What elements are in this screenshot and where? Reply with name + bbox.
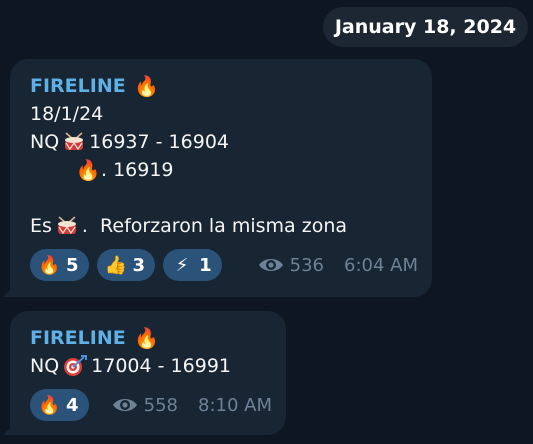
nq-range: 16937 - 16904 <box>89 131 229 153</box>
message-line-nq: NQ 17004 - 16991 <box>30 352 272 380</box>
reaction-fire[interactable]: 🔥 4 <box>30 389 89 421</box>
reaction-count: 3 <box>132 254 146 276</box>
es-prefix: Es <box>30 215 52 237</box>
message-time: 8:10 AM <box>198 394 272 416</box>
reaction-count: 5 <box>66 254 79 276</box>
message-bubble[interactable]: FIRELINE 🔥 NQ 17004 - 16991 🔥 4 558 8:10… <box>10 311 286 435</box>
view-count: 558 <box>143 394 178 416</box>
fire-icon: 🔥 <box>134 326 160 350</box>
level-value: . 16919 <box>101 159 174 181</box>
nq-range: 17004 - 16991 <box>91 355 231 377</box>
message-footer: 🔥 5 👍 3 ⚡ 1 536 6:04 AM <box>30 249 418 281</box>
target-icon <box>64 355 88 376</box>
eye-icon <box>112 399 137 411</box>
message-footer: 🔥 4 558 8:10 AM <box>30 389 272 421</box>
lightning-icon: ⚡ <box>175 254 189 276</box>
reaction-thumbs-up[interactable]: 👍 3 <box>96 249 156 281</box>
view-count: 536 <box>289 254 324 276</box>
es-text: . Reforzaron la misma zona <box>81 215 348 237</box>
reaction-count: 4 <box>66 394 79 416</box>
date-separator: January 18, 2024 <box>323 7 528 47</box>
message-line-es: Es . Reforzaron la misma zona <box>30 212 418 240</box>
drum-icon <box>65 132 84 151</box>
message-meta: 558 8:10 AM <box>112 395 272 416</box>
message-line-level: 🔥 . 16919 <box>30 156 418 184</box>
sender-name[interactable]: FIRELINE <box>30 324 126 352</box>
message-meta: 536 6:04 AM <box>258 255 418 276</box>
message-line-nq: NQ 16937 - 16904 <box>30 128 418 156</box>
message-time: 6:04 AM <box>344 254 418 276</box>
drum-icon <box>57 216 76 235</box>
nq-prefix: NQ <box>30 355 60 377</box>
fire-icon: 🔥 <box>38 394 61 416</box>
fire-icon: 🔥 <box>75 158 101 182</box>
eye-icon <box>258 259 283 271</box>
fire-icon: 🔥 <box>134 74 160 98</box>
nq-prefix: NQ <box>30 131 60 153</box>
reaction-count: 1 <box>199 254 212 276</box>
message-line-date: 18/1/24 <box>30 103 104 125</box>
fire-icon: 🔥 <box>38 254 61 276</box>
sender-row: FIRELINE 🔥 <box>30 324 272 352</box>
reaction-lightning[interactable]: ⚡ 1 <box>163 249 222 281</box>
message-bubble[interactable]: FIRELINE 🔥 18/1/24 NQ 16937 - 16904 🔥 . … <box>10 59 432 297</box>
thumbs-up-icon: 👍 <box>104 254 127 276</box>
sender-name[interactable]: FIRELINE <box>30 72 126 100</box>
reaction-fire[interactable]: 🔥 5 <box>30 249 89 281</box>
sender-row: FIRELINE 🔥 <box>30 72 418 100</box>
